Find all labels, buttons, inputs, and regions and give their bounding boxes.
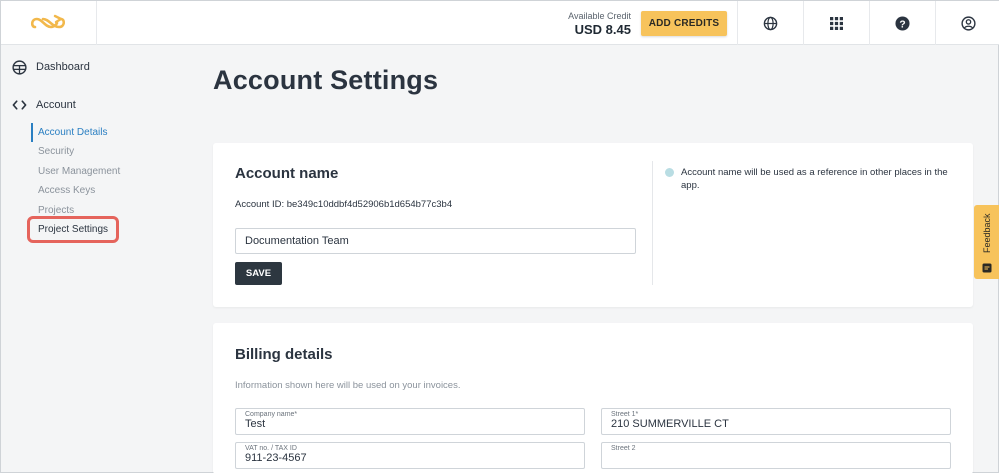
account-name-info: Account name will be used as a reference… xyxy=(665,166,955,192)
page-title: Account Settings xyxy=(213,65,439,95)
credit-label: Available Credit xyxy=(568,11,631,21)
dashboard-icon xyxy=(11,59,27,75)
available-credit: Available Credit USD 8.45 xyxy=(561,11,631,38)
card-divider xyxy=(652,161,653,285)
globe-icon xyxy=(763,16,778,30)
account-subnav: Account Details Security User Management… xyxy=(27,123,141,244)
subnav-user-management[interactable]: User Management xyxy=(31,162,141,181)
subnav-account-details[interactable]: Account Details xyxy=(31,123,141,143)
vat-value: 911-23-4567 xyxy=(245,452,307,464)
billing-subtitle: Information shown here will be used on y… xyxy=(235,380,461,391)
street2-field[interactable]: Street 2 xyxy=(601,442,951,469)
apps-grid-icon xyxy=(830,16,843,30)
sidebar-item-label: Account xyxy=(36,99,76,111)
help-icon: ? xyxy=(895,15,910,31)
vat-label: VAT no. / TAX ID xyxy=(245,445,297,452)
top-bar: Available Credit USD 8.45 ADD CREDITS ? xyxy=(1,1,999,45)
company-name-field[interactable]: Company name* Test xyxy=(235,408,585,435)
subnav-projects[interactable]: Projects xyxy=(31,201,141,220)
vat-field[interactable]: VAT no. / TAX ID 911-23-4567 xyxy=(235,442,585,469)
company-name-value: Test xyxy=(245,418,266,430)
help-button[interactable]: ? xyxy=(869,1,935,45)
add-credits-button[interactable]: ADD CREDITS xyxy=(641,11,727,36)
sidebar-item-label: Dashboard xyxy=(36,61,90,73)
language-button[interactable] xyxy=(737,1,803,45)
account-id: Account ID: be349c10ddbf4d52906b1d654b77… xyxy=(235,199,453,210)
street2-label: Street 2 xyxy=(611,445,636,452)
sidebar-item-account[interactable]: Account xyxy=(11,97,76,113)
account-name-title: Account name xyxy=(235,165,339,182)
street1-field[interactable]: Street 1* 210 SUMMERVILLE CT xyxy=(601,408,951,435)
code-brackets-icon xyxy=(11,97,27,113)
logo[interactable] xyxy=(1,1,97,45)
street1-value: 210 SUMMERVILLE CT xyxy=(611,418,729,430)
info-dot-icon xyxy=(665,168,674,177)
user-icon xyxy=(960,15,976,31)
billing-title: Billing details xyxy=(235,346,333,363)
account-name-card: Account name Account ID: be349c10ddbf4d5… xyxy=(213,143,973,307)
account-name-input[interactable]: Documentation Team xyxy=(235,228,636,254)
user-menu-button[interactable] xyxy=(935,1,999,45)
sidebar-item-dashboard[interactable]: Dashboard xyxy=(11,59,90,75)
company-name-label: Company name* xyxy=(245,411,298,418)
subnav-access-keys[interactable]: Access Keys xyxy=(31,181,141,200)
subnav-security[interactable]: Security xyxy=(31,142,141,161)
subnav-project-settings[interactable]: Project Settings xyxy=(27,215,119,244)
apps-button[interactable] xyxy=(803,1,869,45)
brand-logo-icon xyxy=(30,14,65,29)
street1-label: Street 1* xyxy=(611,411,639,418)
feedback-chat-icon xyxy=(982,260,992,278)
save-button[interactable]: SAVE xyxy=(235,262,282,285)
info-text: Account name will be used as a reference… xyxy=(681,167,948,191)
feedback-label: Feedback xyxy=(982,213,992,253)
billing-details-card: Billing details Information shown here w… xyxy=(213,323,973,473)
svg-text:?: ? xyxy=(899,19,905,30)
feedback-tab[interactable]: Feedback xyxy=(974,205,999,279)
credit-value: USD 8.45 xyxy=(574,22,631,37)
